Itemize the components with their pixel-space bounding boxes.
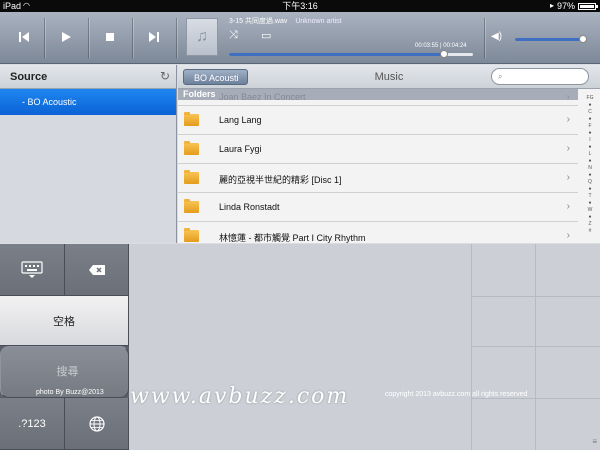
track-title: 3-15 共同度過.wav [229,18,288,25]
volume-fill [515,38,583,41]
folder-icon [184,112,199,126]
search-input[interactable]: ⌕ [491,68,589,85]
folder-icon [184,199,199,213]
list-item[interactable]: Linda Ronstadt › [178,193,578,222]
list-item[interactable]: Laura Fygi › [178,135,578,164]
hide-keyboard-button[interactable] [0,244,65,296]
next-button[interactable] [134,22,174,52]
repeat-icon[interactable]: ▭ [261,29,271,42]
refresh-icon[interactable]: ↻ [160,69,170,83]
battery-percent: 97% [556,1,575,11]
keyboard: 空格 搜尋 .?123 ≡ [0,244,600,450]
list-item[interactable]: 麗的亞視半世紀的精彩 [Disc 1] › [178,164,578,193]
resize-grip-icon: ≡ [592,437,597,446]
source-item-bo-acoustic[interactable]: - BO Acoustic [0,89,176,115]
folder-icon [184,170,199,184]
list-item[interactable]: 林憶蓮 - 都市觸覺 Part I City Rhythm › [178,222,578,243]
elapsed-time: 00:03:55 [415,43,439,49]
progress-knob[interactable] [439,50,448,58]
play-button[interactable] [46,22,86,52]
list-item-label: Lang Lang [219,115,262,125]
clock: 下午3:16 [282,1,318,11]
list-item-label: 林憶蓮 - 都市觸覺 Part I City Rhythm [219,233,366,243]
watermark: www.avbuzz.com [130,384,350,409]
source-title: Source [10,71,48,83]
source-panel: Source ↻ - BO Acoustic [0,65,177,243]
lock-rotation-icon: ▸ [549,1,554,10]
globe-icon [88,415,105,432]
list-item-label: 麗的亞視半世紀的精彩 [Disc 1] [219,175,342,185]
track-artist: Unknown artist [295,18,342,25]
folders-section-header: Folders [178,89,578,100]
numbers-key[interactable]: .?123 [0,398,65,450]
previous-button[interactable] [4,22,44,52]
chevron-right-icon: › [566,201,570,212]
backspace-icon [88,264,105,275]
list-item-label: Linda Ronstadt [219,202,280,212]
album-art: ♫ [186,18,218,56]
volume-icon: ◀) [491,31,503,42]
prev-icon [19,32,29,42]
play-icon [62,32,71,42]
keyboard-icon [21,260,43,278]
keyboard-left-keys: 空格 搜尋 .?123 [0,244,129,450]
now-playing: 3-15 共同度過.wav Unknown artist [229,16,342,26]
backspace-button[interactable] [65,244,129,296]
stop-button[interactable] [90,22,130,52]
volume-knob[interactable] [578,35,587,43]
copyright-text: copyright 2013 avbuzz.com all rights res… [385,391,528,398]
list-item-label: Laura Fygi [219,144,262,154]
search-icon: ⌕ [498,72,503,81]
chevron-right-icon: › [566,143,570,154]
next-icon [149,32,159,42]
player-toolbar: ♫ 3-15 共同度過.wav Unknown artist ⤨ ▭ 00:03… [0,12,600,64]
space-key[interactable]: 空格 [0,296,129,346]
globe-key[interactable] [65,398,129,450]
folder-icon [184,141,199,155]
chevron-right-icon: › [566,114,570,125]
music-panel: BO Acousti Music ⌕ Folders Joan Baez In … [178,65,600,243]
time-readout: 00:03:55 | 00:04:24 [415,43,467,49]
shuffle-icon[interactable]: ⤨ [229,29,238,42]
total-time: 00:04:24 [443,43,467,49]
status-bar: iPad ◠ 下午3:16 ▸ 97% [0,0,600,12]
music-header: BO Acousti Music ⌕ [178,65,600,89]
music-note-icon: ♫ [196,28,208,45]
stop-icon [106,33,114,41]
progress-slider[interactable] [229,50,473,58]
source-header: Source ↻ [0,65,176,89]
volume-slider[interactable] [515,35,587,43]
photo-credit: photo By Buzz@2013 [36,389,104,396]
chevron-right-icon: › [566,172,570,183]
battery-icon [578,2,598,10]
folder-list: Joan Baez In Concert › Lang Lang › Laura… [178,92,578,243]
progress-fill [229,53,444,56]
source-item-label: - BO Acoustic [22,97,77,107]
handwriting-pad[interactable] [129,244,600,450]
section-index[interactable]: FG ● C ● F ● I ● L ● N ● Q ● T ● W ● Z # [580,95,600,235]
list-item[interactable]: Lang Lang › [178,106,578,135]
chevron-right-icon: › [566,230,570,241]
folder-icon [184,228,199,242]
